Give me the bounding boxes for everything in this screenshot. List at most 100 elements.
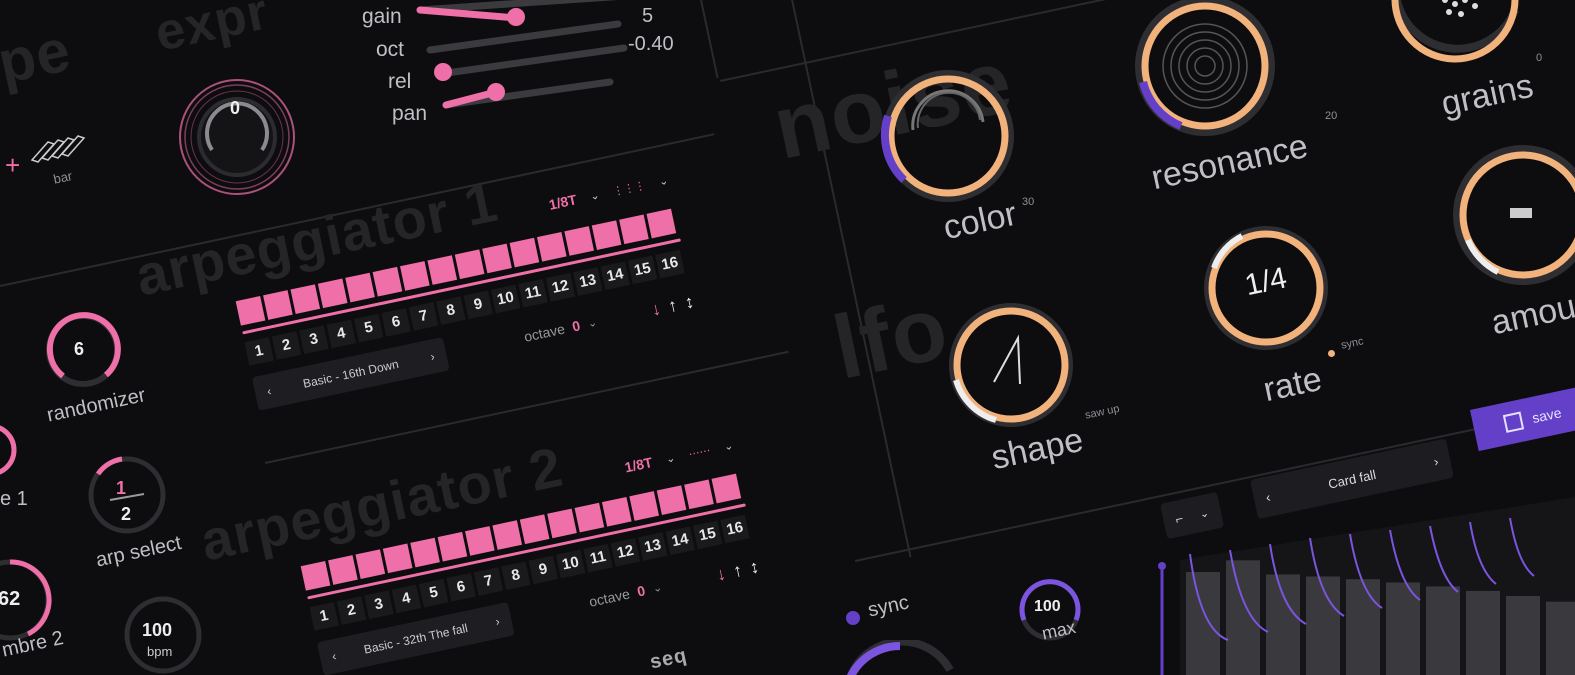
arrow-updown-icon[interactable]: ↕ [683, 291, 696, 313]
step-number: 5 [418, 578, 449, 608]
save-label: save [1530, 404, 1563, 427]
step-cell[interactable] [656, 485, 687, 515]
arp1-octave-value[interactable]: 0 [571, 317, 582, 334]
step-cell[interactable] [591, 220, 622, 250]
step-number: 8 [501, 561, 531, 590]
seq-sync-label[interactable]: sync [866, 591, 911, 622]
sync-dot-icon [846, 611, 860, 625]
step-cell[interactable] [492, 520, 523, 550]
step-cell[interactable] [519, 514, 550, 545]
step-cell[interactable] [629, 491, 660, 521]
seq-bar[interactable] [1346, 579, 1380, 675]
expr-knob[interactable] [172, 72, 302, 202]
step-number: 1 [244, 337, 274, 366]
step-cell[interactable] [465, 526, 495, 556]
step-cell[interactable] [646, 208, 677, 239]
step-cell[interactable] [400, 261, 430, 291]
step-cell[interactable] [482, 243, 512, 274]
step-number: 9 [463, 290, 493, 320]
step-cell[interactable] [290, 284, 321, 315]
step-cell[interactable] [372, 266, 403, 297]
step-cell[interactable] [328, 555, 358, 585]
step-cell[interactable] [437, 531, 468, 562]
step-cell[interactable] [382, 543, 413, 574]
step-cell[interactable] [547, 508, 577, 539]
step-cell[interactable] [711, 473, 742, 504]
step-cell[interactable] [684, 479, 714, 510]
pattern-icon[interactable]: ⋯⋯ [687, 443, 711, 460]
seq-bar[interactable] [1226, 560, 1260, 675]
step-cell[interactable] [574, 502, 605, 533]
step-cell[interactable] [509, 237, 540, 268]
step-number: 10 [490, 284, 521, 314]
chevron-left-icon[interactable]: ‹ [266, 384, 273, 399]
slider-tracks[interactable] [410, 0, 680, 130]
rate-label: rate [1260, 359, 1326, 410]
slider-value-gain: 5 [642, 5, 654, 27]
arp-select-knob[interactable] [82, 450, 172, 540]
arrow-up-icon[interactable]: ↑ [731, 559, 744, 581]
chevron-down-icon[interactable]: ⌄ [723, 438, 735, 453]
step-number: 15 [627, 255, 658, 285]
seq-bar-graph[interactable] [1150, 490, 1575, 675]
step-cell[interactable] [300, 560, 331, 591]
step-cell[interactable] [345, 272, 375, 303]
chevron-right-icon[interactable]: › [429, 349, 436, 364]
seq-big-knob[interactable] [840, 640, 960, 675]
resonance-sup: 20 [1325, 110, 1338, 122]
step-cell[interactable] [564, 226, 595, 256]
arp-select-top: 1 [116, 478, 127, 498]
arrow-updown-icon[interactable]: ↕ [748, 556, 761, 578]
step-cell[interactable] [317, 278, 348, 309]
seq-bar[interactable] [1186, 572, 1220, 675]
seq-bar[interactable] [1306, 576, 1340, 675]
rate-sup: sync [1340, 335, 1365, 352]
grains-sup: 0 [1536, 52, 1543, 64]
seq-bar[interactable] [1506, 596, 1540, 675]
step-number: 7 [473, 567, 504, 596]
step-cell[interactable] [410, 537, 440, 568]
seq-bar[interactable] [1266, 574, 1300, 675]
grains-label: grains [1438, 66, 1537, 124]
arrow-down-icon[interactable]: ↓ [649, 298, 662, 320]
arp2-rate[interactable]: 1/8T [623, 454, 654, 475]
arrow-down-icon[interactable]: ↓ [714, 563, 727, 585]
step-cell[interactable] [536, 231, 567, 262]
step-cell[interactable] [601, 496, 632, 527]
arp1-rate[interactable]: 1/8T [547, 191, 578, 212]
timbre1-knob[interactable] [0, 410, 30, 490]
chevron-right-icon[interactable]: › [494, 614, 501, 629]
max-value: 100 [1034, 598, 1061, 615]
chevron-down-icon[interactable]: ⌄ [658, 173, 670, 188]
amount-knob[interactable] [1448, 140, 1575, 300]
arrow-up-icon[interactable]: ↑ [666, 294, 679, 316]
seq-bar[interactable] [1426, 586, 1460, 675]
step-cell[interactable] [235, 295, 266, 326]
step-number: 15 [692, 520, 723, 550]
chevron-down-icon[interactable]: ⌄ [586, 315, 599, 330]
seq-bar[interactable] [1466, 590, 1500, 675]
chevron-down-icon[interactable]: ⌄ [665, 451, 677, 466]
pattern-icon[interactable]: ⋮⋮⋮ [612, 178, 647, 198]
color-knob[interactable] [868, 56, 1028, 216]
timbre1-label: e 1 [0, 488, 28, 510]
step-number: 14 [600, 261, 630, 291]
chevron-left-icon[interactable]: ‹ [331, 649, 338, 664]
step-number: 11 [518, 278, 548, 308]
chevron-down-icon[interactable]: ⌄ [589, 188, 601, 203]
grains-knob[interactable] [1385, 0, 1535, 70]
resonance-knob[interactable] [1125, 0, 1285, 154]
step-cell[interactable] [619, 214, 649, 245]
add-icon[interactable]: + [5, 150, 20, 181]
seq-bar[interactable] [1546, 601, 1575, 675]
shape-knob[interactable] [936, 290, 1086, 440]
step-cell[interactable] [355, 549, 386, 580]
step-cell[interactable] [263, 290, 293, 320]
step-cell[interactable] [454, 249, 485, 280]
step-cell[interactable] [427, 255, 458, 285]
chevron-right-icon[interactable]: › [1432, 453, 1439, 469]
arp2-octave-value[interactable]: 0 [636, 582, 647, 599]
step-number: 13 [573, 267, 603, 296]
save-button[interactable]: save [1470, 385, 1575, 452]
chevron-down-icon[interactable]: ⌄ [651, 580, 664, 595]
